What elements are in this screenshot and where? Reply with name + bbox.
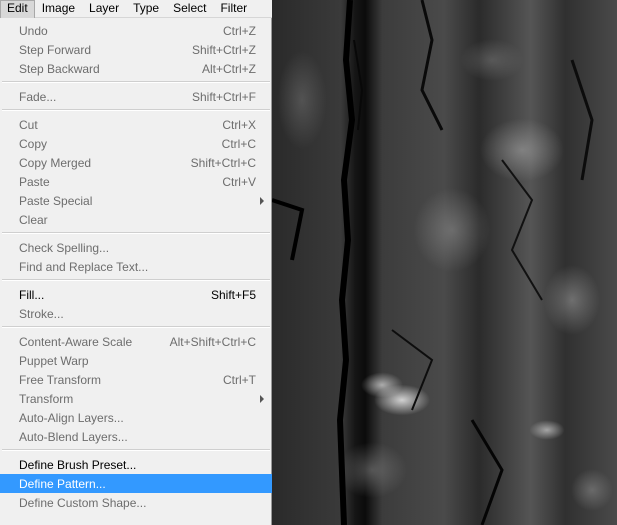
menu-item-label: Check Spelling... bbox=[19, 240, 110, 255]
menu-item-auto-blend-layers[interactable]: Auto-Blend Layers... bbox=[2, 427, 270, 446]
menu-separator bbox=[2, 449, 270, 451]
menu-edit[interactable]: Edit bbox=[0, 0, 35, 18]
submenu-arrow-icon bbox=[260, 197, 264, 205]
menu-item-label: Find and Replace Text... bbox=[19, 259, 149, 274]
menu-item-copy-merged[interactable]: Copy Merged Shift+Ctrl+C bbox=[2, 153, 270, 172]
submenu-arrow-icon bbox=[260, 395, 264, 403]
menu-item-find-and-replace-text[interactable]: Find and Replace Text... bbox=[2, 257, 270, 276]
edit-menu-dropdown: Undo Ctrl+Z Step Forward Shift+Ctrl+Z Step B… bbox=[0, 18, 272, 525]
menu-item-shortcut: Shift+Ctrl+Z bbox=[191, 42, 256, 57]
menu-item-puppet-warp[interactable]: Puppet Warp bbox=[2, 351, 270, 370]
menu-item-label: Cut bbox=[19, 117, 38, 132]
menu-item-shortcut: Ctrl+V bbox=[222, 174, 256, 189]
menu-item-auto-align-layers[interactable]: Auto-Align Layers... bbox=[2, 408, 270, 427]
menu-item-label: Auto-Align Layers... bbox=[19, 410, 124, 425]
menu-item-shortcut: Ctrl+T bbox=[223, 372, 256, 387]
menu-item-label: Define Brush Preset... bbox=[19, 457, 137, 472]
menu-item-define-pattern[interactable]: Define Pattern... bbox=[0, 474, 272, 493]
menu-item-label: Fill... bbox=[19, 287, 45, 302]
menu-item-label: Copy Merged bbox=[19, 155, 92, 170]
menu-item-label: Paste Special bbox=[19, 193, 93, 208]
menu-item-paste-special[interactable]: Paste Special bbox=[2, 191, 270, 210]
menu-item-label: Stroke... bbox=[19, 306, 64, 321]
document-canvas[interactable] bbox=[272, 0, 617, 525]
menu-separator bbox=[2, 279, 270, 281]
menu-separator bbox=[2, 81, 270, 83]
menu-item-cut[interactable]: Cut Ctrl+X bbox=[2, 115, 270, 134]
menu-item-label: Define Custom Shape... bbox=[19, 495, 147, 510]
menu-layer[interactable]: Layer bbox=[82, 0, 126, 17]
menu-item-copy[interactable]: Copy Ctrl+C bbox=[2, 134, 270, 153]
menu-item-label: Auto-Blend Layers... bbox=[19, 429, 128, 444]
menu-item-label: Puppet Warp bbox=[19, 353, 89, 368]
menu-filter[interactable]: Filter bbox=[213, 0, 254, 17]
menu-separator bbox=[2, 232, 270, 234]
menu-item-shortcut: Alt+Ctrl+Z bbox=[201, 61, 256, 76]
menu-item-label: Clear bbox=[19, 212, 48, 227]
menu-separator bbox=[2, 109, 270, 111]
menu-type[interactable]: Type bbox=[126, 0, 166, 17]
menu-item-shortcut: Shift+Ctrl+F bbox=[191, 89, 256, 104]
menu-item-label: Copy bbox=[19, 136, 48, 151]
menu-item-free-transform[interactable]: Free Transform Ctrl+T bbox=[2, 370, 270, 389]
menu-item-content-aware-scale[interactable]: Content-Aware Scale Alt+Shift+Ctrl+C bbox=[2, 332, 270, 351]
menu-item-paste[interactable]: Paste Ctrl+V bbox=[2, 172, 270, 191]
menu-item-label: Step Forward bbox=[19, 42, 92, 57]
menu-item-label: Undo bbox=[19, 23, 48, 38]
menu-bar: Edit Image Layer Type Select Filter bbox=[0, 0, 272, 18]
menu-item-label: Paste bbox=[19, 174, 50, 189]
menu-item-define-custom-shape[interactable]: Define Custom Shape... bbox=[2, 493, 270, 512]
menu-item-clear[interactable]: Clear bbox=[2, 210, 270, 229]
menu-item-label: Step Backward bbox=[19, 61, 100, 76]
menu-item-shortcut: Ctrl+X bbox=[222, 117, 256, 132]
menu-item-define-brush-preset[interactable]: Define Brush Preset... bbox=[2, 455, 270, 474]
menu-image[interactable]: Image bbox=[35, 0, 82, 17]
menu-item-shortcut: Alt+Shift+Ctrl+C bbox=[169, 334, 256, 349]
menu-item-fade[interactable]: Fade... Shift+Ctrl+F bbox=[2, 87, 270, 106]
menu-item-transform[interactable]: Transform bbox=[2, 389, 270, 408]
menu-item-label: Transform bbox=[19, 391, 74, 406]
menu-item-label: Free Transform bbox=[19, 372, 102, 387]
menu-item-label: Define Pattern... bbox=[19, 476, 106, 491]
menu-item-shortcut: Ctrl+C bbox=[221, 136, 256, 151]
menu-item-step-forward[interactable]: Step Forward Shift+Ctrl+Z bbox=[2, 40, 270, 59]
menu-separator bbox=[2, 326, 270, 328]
menu-item-stroke[interactable]: Stroke... bbox=[2, 304, 270, 323]
menu-item-label: Fade... bbox=[19, 89, 57, 104]
menu-item-label: Content-Aware Scale bbox=[19, 334, 133, 349]
menu-select[interactable]: Select bbox=[166, 0, 213, 17]
menu-item-shortcut: Shift+Ctrl+C bbox=[190, 155, 256, 170]
menu-item-undo[interactable]: Undo Ctrl+Z bbox=[2, 21, 270, 40]
rock-texture-image bbox=[272, 0, 594, 525]
menu-item-shortcut: Shift+F5 bbox=[210, 287, 256, 302]
menu-item-fill[interactable]: Fill... Shift+F5 bbox=[2, 285, 270, 304]
menu-item-step-backward[interactable]: Step Backward Alt+Ctrl+Z bbox=[2, 59, 270, 78]
menu-item-check-spelling[interactable]: Check Spelling... bbox=[2, 238, 270, 257]
menu-item-shortcut: Ctrl+Z bbox=[223, 23, 256, 38]
